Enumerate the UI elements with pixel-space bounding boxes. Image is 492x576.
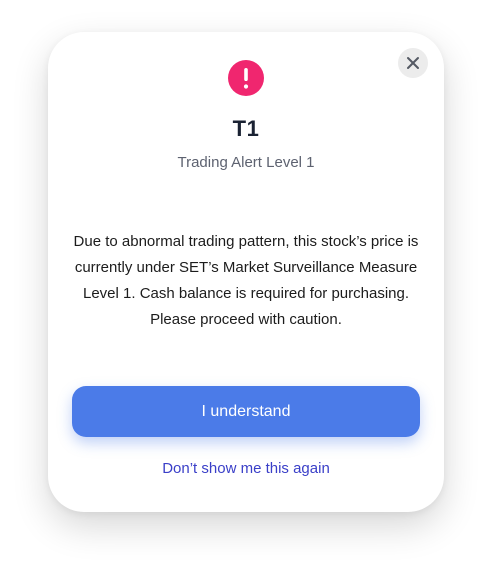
close-icon (407, 57, 419, 69)
page-background: T1 Trading Alert Level 1 Due to abnormal… (0, 0, 492, 576)
exclamation-circle-icon (228, 60, 264, 96)
close-button[interactable] (398, 48, 428, 78)
dont-show-again-link[interactable]: Don’t show me this again (48, 460, 444, 477)
i-understand-button[interactable]: I understand (72, 386, 420, 437)
trading-alert-dialog: T1 Trading Alert Level 1 Due to abnormal… (48, 32, 444, 512)
dialog-subtitle: Trading Alert Level 1 (177, 154, 315, 171)
dialog-message: Due to abnormal trading pattern, this st… (73, 233, 419, 328)
dialog-title: T1 (232, 116, 260, 141)
